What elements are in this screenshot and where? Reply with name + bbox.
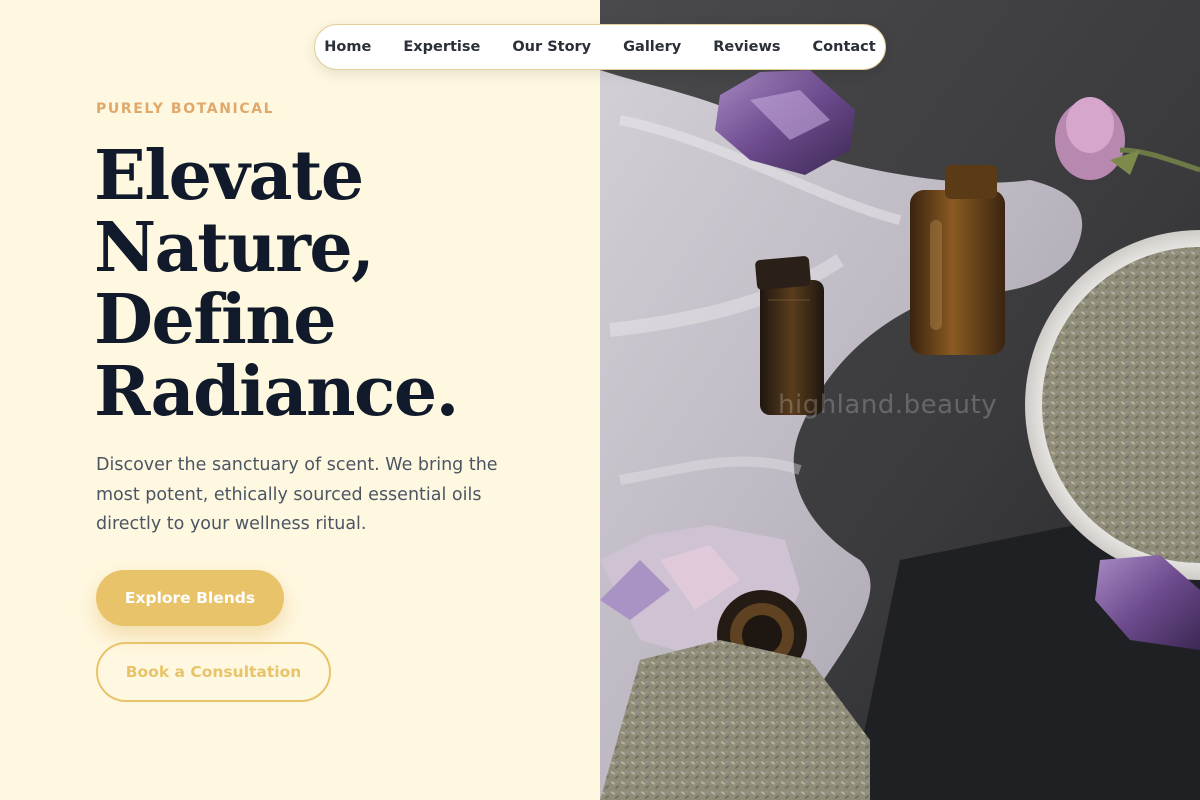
nav-our-story[interactable]: Our Story xyxy=(512,39,591,55)
hero-content: PURELY BOTANICAL Elevate Nature, Define … xyxy=(0,0,600,800)
hero-description: Discover the sanctuary of scent. We brin… xyxy=(96,455,498,534)
nav-home[interactable]: Home xyxy=(324,39,371,55)
headline-line: Nature, xyxy=(94,208,375,288)
hero-headline: Elevate Nature, Define Radiance. xyxy=(94,140,574,428)
headline-line: Define xyxy=(94,280,337,360)
main-nav: Home Expertise Our Story Gallery Reviews… xyxy=(314,24,886,70)
nav-contact[interactable]: Contact xyxy=(813,39,876,55)
headline-line: Radiance. xyxy=(94,352,459,432)
headline-line: Elevate xyxy=(94,136,364,216)
nav-reviews[interactable]: Reviews xyxy=(713,39,780,55)
book-consultation-button[interactable]: Book a Consultation xyxy=(96,642,331,702)
hero-photo: highland.beauty xyxy=(600,0,1200,800)
nav-gallery[interactable]: Gallery xyxy=(623,39,681,55)
explore-blends-button[interactable]: Explore Blends xyxy=(96,570,284,626)
nav-expertise[interactable]: Expertise xyxy=(403,39,480,55)
hero-eyebrow: PURELY BOTANICAL xyxy=(96,101,275,117)
image-watermark: highland.beauty xyxy=(778,390,998,420)
